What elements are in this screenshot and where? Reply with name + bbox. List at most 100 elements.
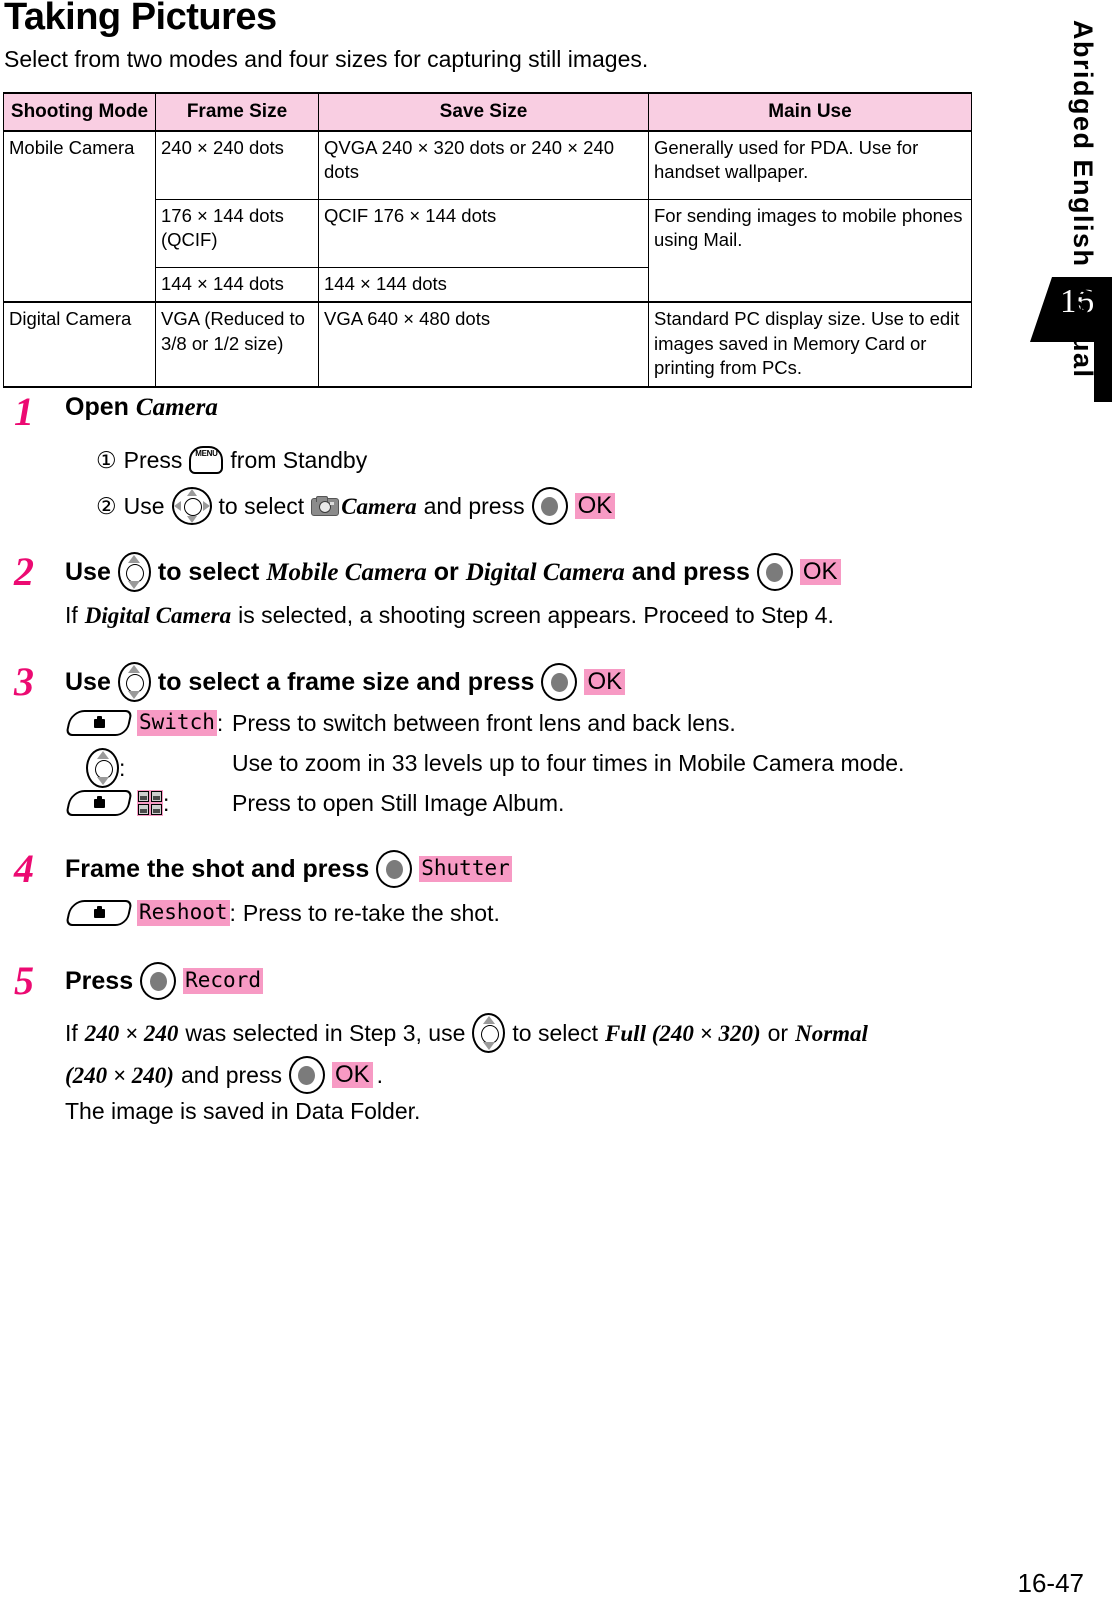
substep-1-text-before: Press [123,446,183,473]
softkey-label-record: Record [183,968,263,994]
up-down-navigation-key-icon [86,748,119,788]
menu-key-icon: MENU [189,446,224,474]
center-key-icon [140,962,177,1000]
cell-frame-size: 176 × 144 dots (QCIF) [155,199,319,269]
table-header-row: Shooting Mode Frame Size Save Size Main … [3,91,972,132]
column-header-shooting-mode: Shooting Mode [3,91,156,132]
softkey-label-reshoot: Reshoot [137,900,230,926]
step-3-use-label: Use [65,667,111,696]
cell-frame-size: 240 × 240 dots [155,130,319,201]
table-row: Digital Camera VGA (Reduced to 3/8 or 1/… [3,301,972,388]
cell-shooting-mode: Digital Camera [3,301,156,388]
step-2-note-emphasis: Digital Camera [84,603,232,628]
soft-key-icon [65,790,133,816]
step-2-note-after: is selected, a shooting screen appears. … [238,602,834,628]
soft-key-icon [65,900,133,926]
cell-main-use: For sending images to mobile phones usin… [648,199,972,303]
step-5-option-full: Full (240 × 320) [605,1020,761,1046]
substep-1-text-after: from Standby [230,446,368,473]
table-row: Mobile Camera 240 × 240 dots QVGA 240 × … [3,130,972,303]
softkey-label-switch: Switch [137,710,217,736]
step-5-note-line-1: If 240 × 240 was selected in Step 3, use… [65,1013,868,1053]
step-number-2: 2 [14,549,34,594]
center-key-icon [541,663,578,701]
substep-2-text-use: Use [123,492,165,519]
step-number-4: 4 [14,846,34,891]
step-3-heading: Use to select a frame size and press OK [65,662,626,702]
step-5-note-selected: was selected in Step 3, use [185,1019,466,1046]
step-2-select-label: to select [157,557,260,586]
camera-menu-icon [311,496,340,516]
step-2-or-label: or [433,557,459,586]
step-5-note-line-2: (240 × 240) and press OK . [65,1056,383,1094]
step-2-note-before: If [65,602,78,628]
step-number-5: 5 [14,958,34,1003]
up-down-navigation-key-icon [117,552,151,592]
step-2-heading: Use to select Mobile Camera or Digital C… [65,552,841,592]
soft-key-icon [65,710,133,736]
step-1-heading-verb: Open [65,393,129,421]
substep-marker-2: ② [96,492,117,519]
step-2-press-label: and press [631,557,750,586]
cell-frame-size: 144 × 144 dots [155,267,319,303]
camera-spec-table: Shooting Mode Frame Size Save Size Main … [3,91,972,388]
step-4-text: Frame the shot and press [65,854,370,883]
page-number: 16-47 [1017,1568,1085,1598]
step-4-keyline-reshoot: Reshoot : Press to re-take the shot. [65,899,500,926]
step-5-note-to-select: to select [512,1019,599,1046]
four-way-navigation-key-icon [171,487,212,525]
softkey-label-ok: OK [584,669,626,696]
step-3-keyline-zoom-desc: Use to zoom in 33 levels up to four time… [232,750,905,776]
cell-main-use: Standard PC display size. Use to edit im… [648,301,972,388]
page-title: Taking Pictures [4,0,277,38]
center-key-icon [756,553,793,591]
center-key-icon [376,850,413,888]
cell-shooting-mode: Mobile Camera [3,130,156,303]
step-3-colon-3: : [163,789,170,816]
up-down-navigation-key-icon [117,662,151,702]
step-3-keyline-switch: Switch : [65,709,224,736]
column-header-main-use: Main Use [648,91,972,132]
step-2-note: If Digital Camera is selected, a shootin… [65,602,834,628]
cell-save-size: QVGA 240 × 320 dots or 240 × 240 dots [318,130,649,201]
still-image-album-icon [137,790,163,816]
step-4-keyline-desc: Press to re-take the shot. [242,899,500,926]
column-header-save-size: Save Size [318,91,649,132]
step-5-note-if: If [65,1019,78,1046]
substep-2-text-press: and press [423,492,525,519]
step-4-heading: Frame the shot and press Shutter [65,850,512,888]
step-5-heading: Press Record [65,962,263,1000]
step-5-note-period: . [376,1061,384,1088]
step-1-heading: Open Camera [65,393,218,421]
step-2-option-digital-camera: Digital Camera [465,558,625,586]
manual-page: Taking Pictures Select from two modes an… [0,0,1112,1621]
cell-save-size: 144 × 144 dots [318,267,649,303]
step-3-keyline-album: : [65,789,170,816]
step-5-option-normal-size: (240 × 240) [65,1062,174,1088]
substep-marker-1: ① [96,446,117,473]
cell-save-size: VGA 640 × 480 dots [318,301,649,388]
softkey-label-ok: OK [331,1062,373,1089]
step-1-substep-1: ① Press MENU from Standby [96,446,367,474]
step-3-keyline-zoom: : [86,748,125,788]
step-5-note-or: or [767,1019,789,1046]
step-2-option-mobile-camera: Mobile Camera [266,558,427,586]
step-3-colon-2: : [119,754,126,781]
step-3-rest-label: to select a frame size and press [157,667,535,696]
softkey-label-ok: OK [799,559,841,586]
step-number-3: 3 [14,659,34,704]
step-4-colon: : [229,899,236,926]
step-1-substep-2: ② Use to select Camera and press OK [96,487,616,525]
cell-main-use: Generally used for PDA. Use for handset … [648,130,972,201]
column-header-frame-size: Frame Size [155,91,319,132]
step-number-1: 1 [14,389,34,434]
step-3-keyline-album-desc: Press to open Still Image Album. [232,790,565,816]
softkey-label-ok: OK [574,493,616,520]
center-key-icon [531,487,568,525]
step-3-colon-1: : [216,709,224,736]
cell-frame-size: VGA (Reduced to 3/8 or 1/2 size) [155,301,319,388]
step-5-text: Press [65,966,134,995]
cell-save-size: QCIF 176 × 144 dots [318,199,649,269]
substep-2-menu-item: Camera [341,493,417,519]
step-3-keyline-switch-desc: Press to switch between front lens and b… [232,710,736,736]
